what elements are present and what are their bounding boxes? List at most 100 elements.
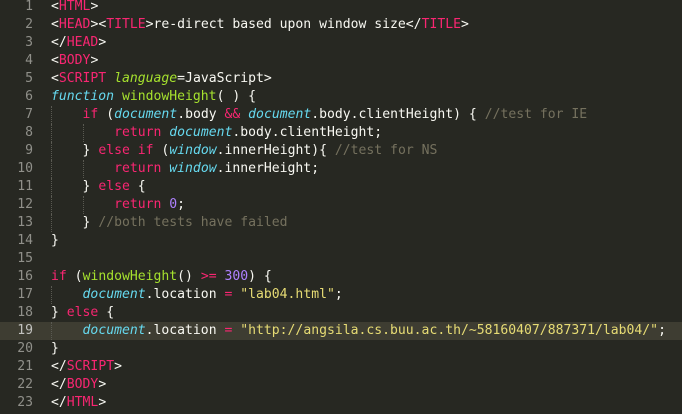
code-token: </ [51, 395, 67, 410]
code-line[interactable]: 17 document.location = "lab04.html"; [0, 286, 682, 304]
code-line[interactable]: 21 </SCRIPT> [0, 358, 682, 376]
code-line[interactable]: 2 <HEAD><TITLE>re-direct based upon windo… [0, 16, 682, 34]
code-text: <SCRIPT language=JavaScript> [51, 70, 272, 88]
code-token: .location [145, 287, 225, 302]
code-token: function [51, 89, 115, 104]
code-token: windowHeight [121, 89, 217, 104]
code-token: .body.clientHeight; [232, 125, 383, 140]
code-token: HEAD [58, 17, 91, 32]
code-text: return window.innerHeight; [51, 160, 319, 178]
code-token: < [51, 0, 59, 14]
code-token: windowHeight [82, 269, 178, 284]
line-number: 21 [17, 359, 33, 374]
indent-guide [51, 106, 52, 124]
code-token: </ [51, 377, 67, 392]
code-token: window [169, 161, 217, 176]
code-text: <HTML> [51, 0, 98, 16]
code-text: } else { [51, 178, 146, 196]
code-line[interactable]: 6 function windowHeight( ) { [0, 88, 682, 106]
code-line[interactable]: 15 [0, 250, 682, 268]
line-number: 16 [17, 269, 33, 284]
code-token: ) { [248, 269, 272, 284]
line-number: 9 [25, 143, 33, 158]
code-token: window [169, 143, 217, 158]
code-line[interactable]: 22 </BODY> [0, 376, 682, 394]
code-text: <HEAD><TITLE>re-direct based upon window… [51, 16, 469, 34]
code-token: > [90, 53, 99, 68]
code-token: //both tests have failed [98, 215, 288, 230]
code-token: document [114, 107, 178, 122]
code-token: .body [177, 107, 225, 122]
code-line[interactable]: 13 } //both tests have failed [0, 214, 682, 232]
code-line[interactable]: 8 return document.body.clientHeight; [0, 124, 682, 142]
code-token: > [460, 17, 469, 32]
code-line[interactable]: 12 return 0; [0, 196, 682, 214]
code-lines[interactable]: 1 <HTML> 2 <HEAD><TITLE>re-direct based upo… [0, 0, 682, 412]
code-token: =JavaScript> [177, 71, 272, 86]
line-number: 8 [25, 125, 33, 140]
code-line[interactable]: 4 <BODY> [0, 52, 682, 70]
code-token: if [82, 107, 99, 122]
code-text: </SCRIPT> [51, 358, 122, 376]
code-token: < [51, 53, 59, 68]
code-line[interactable]: 14} [0, 232, 682, 250]
code-token: ( [66, 269, 83, 284]
code-token: } [51, 143, 99, 158]
code-token: TITLE [106, 17, 146, 32]
code-token: > [98, 377, 107, 392]
code-token: return [114, 161, 162, 176]
code-line[interactable]: 11 } else { [0, 178, 682, 196]
code-line[interactable]: 10 return window.innerHeight; [0, 160, 682, 178]
code-token: > [90, 0, 99, 14]
indent-guide [82, 160, 84, 178]
code-token: } [51, 215, 99, 230]
code-token: language [114, 71, 178, 86]
code-token: "lab04.html" [240, 287, 335, 302]
code-token: > [114, 359, 122, 374]
code-line[interactable]: 16 if (windowHeight() >= 300) { [0, 268, 682, 286]
code-token: TITLE [421, 17, 461, 32]
code-token: } [51, 233, 59, 248]
code-token: 300 [224, 269, 249, 284]
code-text: function windowHeight( ) { [51, 88, 256, 106]
code-text: </HEAD> [51, 34, 106, 52]
code-text: </BODY> [51, 376, 106, 394]
code-line[interactable]: 18} else { [0, 304, 682, 322]
line-number: 4 [25, 53, 33, 68]
code-line[interactable]: 20} [0, 340, 682, 358]
code-token: if [137, 143, 154, 158]
code-line[interactable]: 7 if (document.body && document.body.cli… [0, 106, 682, 124]
code-token: ; [177, 197, 186, 212]
indent-guide [51, 214, 52, 232]
code-line[interactable]: 19 document.location = "http://angsila.c… [0, 322, 682, 340]
indent-guide [82, 124, 84, 142]
code-line[interactable]: 1 <HTML> [0, 0, 682, 16]
code-token: HTML [58, 0, 91, 14]
code-token: SCRIPT [66, 359, 115, 374]
code-token: ( [98, 107, 115, 122]
indent-guide [51, 322, 52, 340]
code-token: ; [334, 287, 343, 302]
code-token: SCRIPT [58, 71, 107, 86]
code-text: } [51, 340, 59, 358]
code-token: .innerHeight){ [216, 143, 335, 158]
indent-guide [51, 142, 52, 160]
code-line[interactable]: 23 </HTML> [0, 394, 682, 412]
code-line[interactable]: 3 </HEAD> [0, 34, 682, 52]
code-token: </ [51, 35, 67, 50]
code-token: } [51, 179, 99, 194]
indent-guide [51, 196, 52, 214]
line-number: 12 [17, 197, 33, 212]
code-editor[interactable]: 1 <HTML> 2 <HEAD><TITLE>re-direct based upo… [0, 0, 682, 414]
code-token: ; [658, 323, 666, 338]
code-token: } [51, 305, 67, 320]
code-token: } [51, 341, 59, 356]
code-line[interactable]: 5 <SCRIPT language=JavaScript> [0, 70, 682, 88]
line-number: 11 [17, 179, 33, 194]
line-number: 15 [17, 251, 33, 266]
code-line[interactable]: 9 } else if (window.innerHeight){ //test… [0, 142, 682, 160]
code-token: .location [145, 323, 225, 338]
